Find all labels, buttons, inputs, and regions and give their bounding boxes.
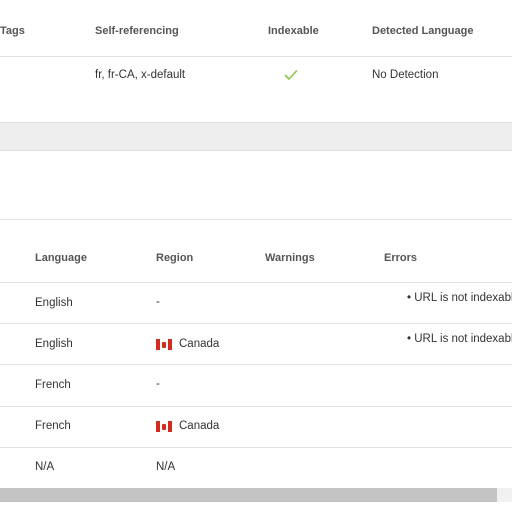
scrollbar-thumb[interactable] [0, 488, 497, 502]
header-indexable: Indexable [268, 25, 319, 37]
header-divider [0, 282, 512, 283]
section-divider [0, 219, 512, 220]
language-cell: English [35, 297, 73, 309]
header-divider [0, 56, 512, 57]
row-divider [0, 447, 512, 448]
header-region: Region [156, 252, 194, 264]
error-text: URL is not indexable [414, 292, 512, 304]
row-divider [0, 364, 512, 365]
canada-flag-icon [156, 339, 172, 350]
header-detected-language: Detected Language [372, 25, 474, 37]
error-item: • URL is not indexable [407, 333, 512, 345]
self-referencing-value: fr, fr-CA, x-default [95, 69, 186, 81]
language-cell: French [35, 379, 71, 391]
region-cell: Canada [179, 338, 220, 350]
section-separator [0, 122, 512, 151]
error-item: • URL is not indexable [407, 292, 512, 304]
error-text: URL is not indexable [414, 333, 512, 345]
region-cell: N/A [156, 461, 176, 473]
detected-language-value: No Detection [372, 69, 439, 81]
row-divider [0, 323, 512, 324]
canada-flag-icon [156, 421, 172, 432]
checkmark-icon [284, 68, 298, 82]
row-divider [0, 406, 512, 407]
region-cell: - [156, 378, 160, 390]
region-cell: Canada [179, 420, 220, 432]
region-cell: - [156, 296, 160, 308]
header-warnings: Warnings [265, 252, 315, 264]
header-tags: Tags [0, 25, 25, 37]
header-self-referencing: Self-referencing [95, 25, 179, 37]
language-cell: N/A [35, 461, 55, 473]
header-errors: Errors [384, 252, 418, 264]
language-cell: French [35, 420, 71, 432]
language-cell: English [35, 338, 73, 350]
header-language: Language [35, 252, 87, 264]
horizontal-scrollbar[interactable] [0, 488, 512, 502]
